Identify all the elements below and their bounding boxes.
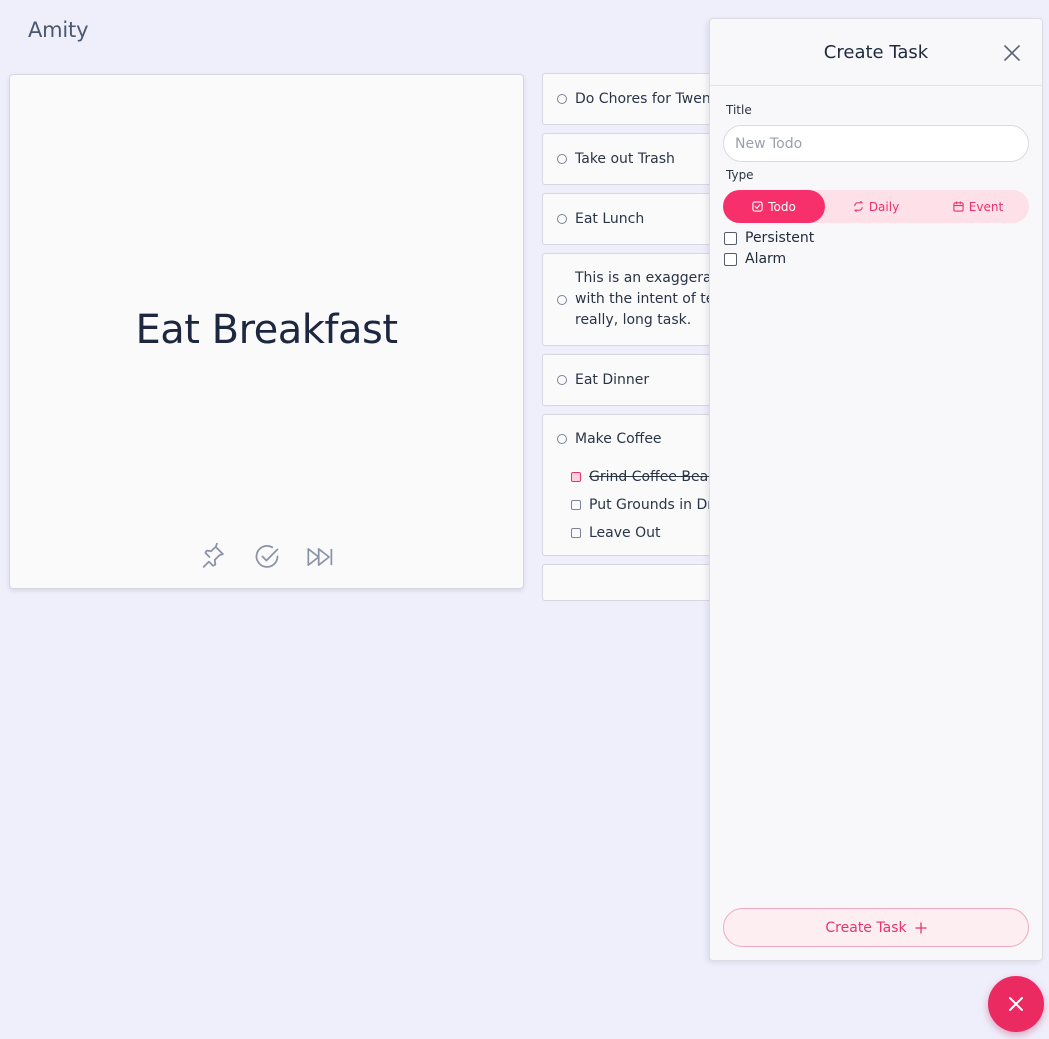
subtask-label: Grind Coffee Beans [589,469,722,485]
type-option-todo[interactable]: Todo [723,190,825,223]
task-label: Do Chores for Twenty Minutes [575,91,722,107]
task-bullet[interactable] [557,294,567,305]
panel-header: Create Task [710,19,1042,86]
task-bullet[interactable] [557,434,567,444]
task-bullet[interactable] [557,214,567,224]
check-circle-icon [255,545,278,568]
subtask-item[interactable]: Grind Coffee Beans [557,463,721,491]
app-title: Amity [28,18,89,42]
persistent-option[interactable]: Persistent [724,230,814,246]
alarm-option[interactable]: Alarm [724,251,786,267]
title-input[interactable] [723,125,1029,162]
close-fab-button[interactable] [988,976,1044,1032]
panel-title: Create Task [823,41,929,63]
create-task-button[interactable]: Create Task [723,908,1029,947]
task-bullet[interactable] [557,94,567,104]
type-option-label: Todo [768,199,796,214]
alarm-checkbox[interactable] [724,252,737,266]
create-task-label: Create Task [825,919,907,936]
type-option-daily[interactable]: Daily [825,190,927,223]
create-task-panel: Create Task Title Type Todo Daily Event [709,18,1043,961]
subtask-checkbox[interactable] [571,528,581,538]
task-item[interactable] [542,564,722,601]
type-option-label: Daily [868,199,900,214]
focus-card: Eat Breakfast [9,74,524,589]
alarm-label: Alarm [745,251,787,267]
task-label-line: This is an exaggeratedly [575,270,721,286]
type-option-label: Event [968,199,1004,214]
persistent-label: Persistent [745,230,815,246]
task-label: This is an exaggeratedly with the intent… [575,268,721,331]
task-bullet[interactable] [557,154,567,164]
focus-task-title: Eat Breakfast [135,307,398,353]
plus-icon [914,921,927,934]
close-icon [1004,45,1020,61]
subtask-item[interactable]: Put Grounds in Drip [557,491,721,519]
task-item[interactable]: Make Coffee Grind Coffee Beans Put Groun… [542,414,722,556]
subtask-checkbox[interactable] [571,472,581,482]
pin-button[interactable] [197,541,229,573]
task-item[interactable]: Take out Trash [542,133,722,185]
close-icon [1009,997,1023,1011]
task-label: Eat Dinner [575,372,650,388]
complete-button[interactable] [251,541,283,573]
task-list: Do Chores for Twenty Minutes Take out Tr… [542,73,722,609]
focus-actions [10,541,523,573]
skip-forward-icon [306,548,332,566]
task-item[interactable]: This is an exaggeratedly with the intent… [542,253,722,346]
task-item[interactable]: Eat Lunch [542,193,722,245]
type-selector: Todo Daily Event [723,190,1029,223]
type-field-label: Type [726,168,754,182]
task-label-line: with the intent of testing [575,291,721,307]
persistent-checkbox[interactable] [724,231,737,245]
task-bullet[interactable] [557,375,567,385]
title-field-label: Title [726,103,752,117]
skip-button[interactable] [305,541,337,573]
subtask-label: Leave Out [589,525,661,541]
task-item[interactable]: Do Chores for Twenty Minutes [542,73,722,125]
close-panel-button[interactable] [1002,43,1022,63]
subtask-checkbox[interactable] [571,500,581,510]
task-label: Eat Lunch [575,211,645,227]
subtask-label: Put Grounds in Drip [589,497,722,513]
pin-icon [202,543,224,568]
task-item[interactable]: Eat Dinner [542,354,722,406]
type-option-event[interactable]: Event [927,190,1029,223]
calendar-icon [953,201,964,212]
task-label-line: really, long task. [575,312,692,328]
repeat-icon [854,201,863,212]
task-label: Make Coffee [575,431,662,447]
subtask-item[interactable]: Leave Out [557,519,721,547]
checkbox-icon [752,201,763,212]
task-label: Take out Trash [575,151,675,167]
